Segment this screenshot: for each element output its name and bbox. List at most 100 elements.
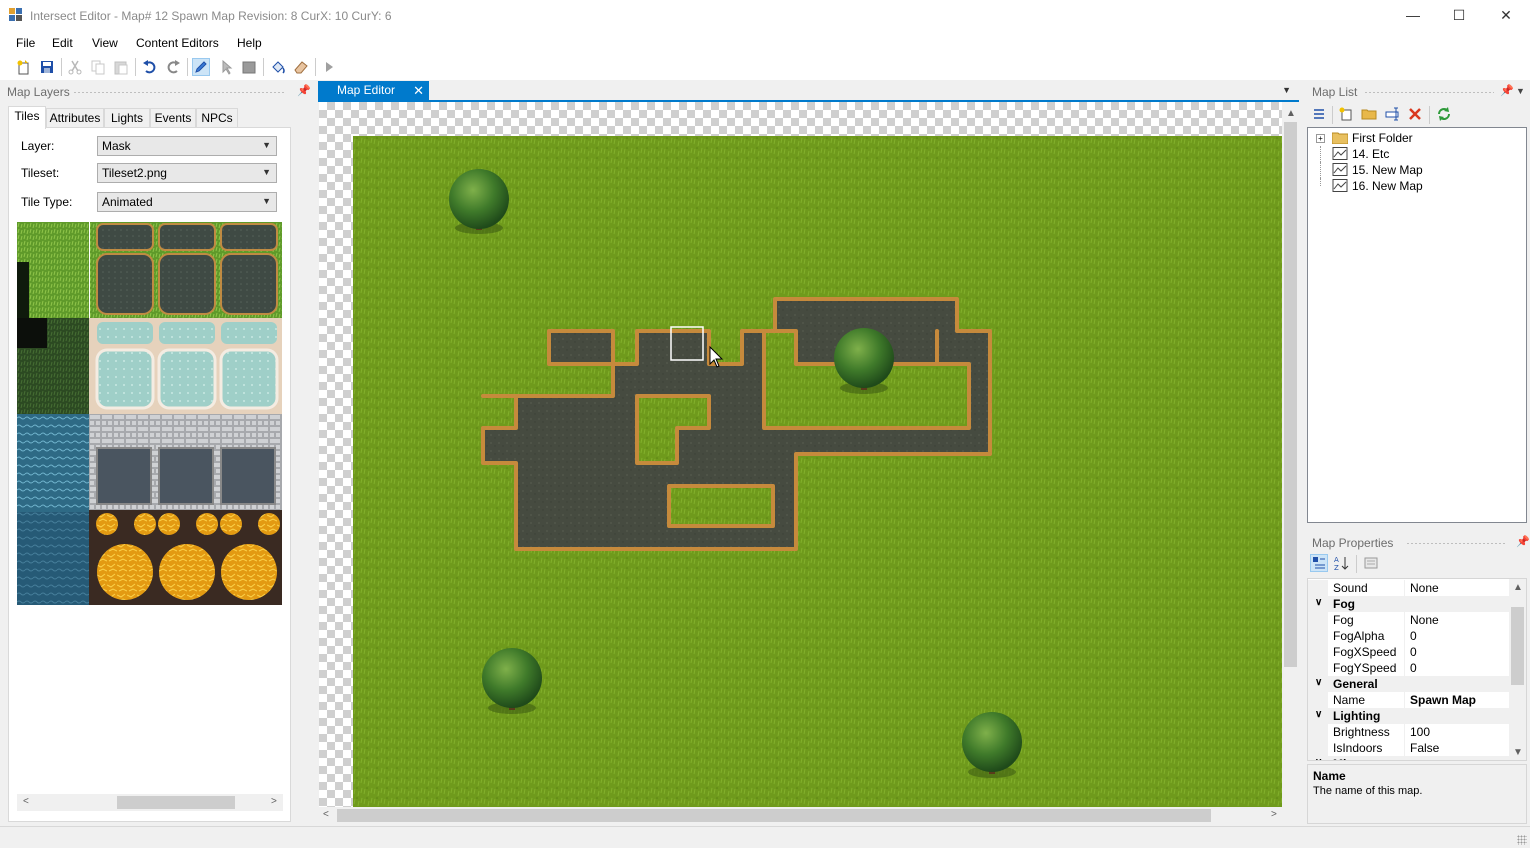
property-category[interactable]: ∨ Fog <box>1308 596 1511 612</box>
property-category[interactable]: ∨ General <box>1308 676 1511 692</box>
pin-icon[interactable]: 📌 <box>1516 535 1530 548</box>
map-horizontal-scrollbar[interactable]: < > <box>319 807 1286 824</box>
list-view-icon[interactable] <box>1310 105 1328 123</box>
property-value[interactable]: 0 <box>1410 629 1417 643</box>
tileset-preview[interactable] <box>17 222 282 605</box>
paste-icon[interactable] <box>112 58 130 76</box>
property-row[interactable]: Name Spawn Map <box>1308 692 1511 708</box>
property-row[interactable]: Fog None <box>1308 612 1511 628</box>
tileset-horizontal-scrollbar[interactable]: < > <box>17 794 283 811</box>
tileset-graphic[interactable] <box>17 222 282 605</box>
layer-label: Layer: <box>21 139 55 153</box>
tab-tiles[interactable]: Tiles <box>8 106 46 129</box>
scrollbar-thumb[interactable] <box>1511 607 1524 685</box>
eraser-icon[interactable] <box>292 58 310 76</box>
property-row[interactable]: Brightness 100 <box>1308 724 1511 740</box>
expand-icon[interactable]: + <box>1316 134 1325 143</box>
property-grid-scrollbar[interactable]: ▲ ▼ <box>1509 579 1526 760</box>
pen-icon[interactable] <box>192 58 210 76</box>
undo-icon[interactable] <box>141 58 159 76</box>
map-layers-header: Map Layers 📌 <box>7 82 311 101</box>
tab-map-editor[interactable]: Map Editor ✕ <box>318 81 429 101</box>
play-icon[interactable] <box>320 58 338 76</box>
property-value[interactable]: 100 <box>1410 725 1430 739</box>
map-view[interactable] <box>353 136 1283 807</box>
menu-view[interactable]: View <box>92 36 118 50</box>
menu-file[interactable]: File <box>16 36 35 50</box>
property-value[interactable]: None <box>1410 581 1439 595</box>
tab-lights[interactable]: Lights <box>104 108 150 128</box>
new-map-icon[interactable] <box>1337 105 1355 123</box>
menu-edit[interactable]: Edit <box>52 36 73 50</box>
layer-select[interactable]: Mask ▼ <box>97 136 277 156</box>
scrollbar-thumb[interactable] <box>1284 122 1297 667</box>
maximize-button[interactable]: ☐ <box>1436 0 1482 31</box>
collapse-icon[interactable]: ∨ <box>1315 597 1322 608</box>
property-value[interactable]: 0 <box>1410 645 1417 659</box>
scrollbar-thumb[interactable] <box>337 809 1211 822</box>
property-name: FogXSpeed <box>1333 645 1397 659</box>
scroll-left-icon[interactable]: < <box>323 809 329 820</box>
menu-help[interactable]: Help <box>237 36 262 50</box>
sort-alpha-icon[interactable]: AZ <box>1333 554 1351 572</box>
property-name: FogYSpeed <box>1333 661 1397 675</box>
tab-list-dropdown-icon[interactable]: ▼ <box>1282 85 1291 95</box>
tile-type-select[interactable]: Animated ▼ <box>97 192 277 212</box>
scroll-up-icon[interactable]: ▲ <box>1513 582 1523 593</box>
property-category[interactable]: ∨ Lighting <box>1308 708 1511 724</box>
new-folder-icon[interactable] <box>1360 105 1378 123</box>
property-row[interactable]: IsIndoors False <box>1308 740 1511 756</box>
fill-icon[interactable] <box>269 58 287 76</box>
new-map-icon[interactable] <box>15 58 33 76</box>
map-canvas[interactable] <box>319 102 1286 807</box>
property-row[interactable]: FogXSpeed 0 <box>1308 644 1511 660</box>
menu-content-editors[interactable]: Content Editors <box>136 36 219 50</box>
property-row[interactable]: FogYSpeed 0 <box>1308 660 1511 676</box>
help-description: The name of this map. <box>1313 785 1423 797</box>
scroll-right-icon[interactable]: > <box>1271 809 1277 820</box>
redo-icon[interactable] <box>164 58 182 76</box>
map-list-title: Map List <box>1312 85 1358 99</box>
close-tab-icon[interactable]: ✕ <box>413 81 424 100</box>
property-value[interactable]: None <box>1410 613 1439 627</box>
cut-icon[interactable] <box>66 58 84 76</box>
property-pages-icon[interactable] <box>1362 554 1380 572</box>
selection-icon[interactable] <box>217 58 235 76</box>
map-editor-panel: Map Editor ✕ ▼ ▲ < > <box>318 80 1299 825</box>
rectangle-icon[interactable] <box>240 58 258 76</box>
property-category[interactable]: ∨ Misc <box>1308 756 1511 760</box>
scroll-right-icon[interactable]: > <box>271 796 277 807</box>
tab-npcs[interactable]: NPCs <box>196 108 238 128</box>
categorized-icon[interactable] <box>1310 554 1328 572</box>
scroll-up-icon[interactable]: ▲ <box>1286 108 1296 119</box>
close-button[interactable]: ✕ <box>1483 0 1529 31</box>
collapse-icon[interactable]: ∨ <box>1315 677 1322 688</box>
tileset-select[interactable]: Tileset2.png ▼ <box>97 163 277 183</box>
refresh-icon[interactable] <box>1435 105 1453 123</box>
property-row[interactable]: FogAlpha 0 <box>1308 628 1511 644</box>
delete-icon[interactable] <box>1406 105 1424 123</box>
tab-events[interactable]: Events <box>150 108 196 128</box>
tab-attributes[interactable]: Attributes <box>46 108 104 128</box>
pin-icon[interactable]: 📌 <box>297 84 311 97</box>
scrollbar-thumb[interactable] <box>117 796 235 809</box>
map-layers-panel: Map Layers 📌 Tiles Attributes Lights Eve… <box>2 82 311 822</box>
collapse-icon[interactable]: ∨ <box>1315 709 1322 720</box>
panel-menu-icon[interactable]: ▼ <box>1516 86 1525 96</box>
copy-icon[interactable] <box>89 58 107 76</box>
map-vertical-scrollbar[interactable]: ▲ <box>1282 102 1299 807</box>
save-icon[interactable] <box>38 58 56 76</box>
property-value[interactable]: Spawn Map <box>1410 693 1476 707</box>
minimize-button[interactable]: — <box>1390 0 1436 31</box>
resize-grip-icon[interactable] <box>1517 835 1527 845</box>
map-editor-tab-label: Map Editor <box>337 83 396 97</box>
property-value[interactable]: 0 <box>1410 661 1417 675</box>
collapse-icon[interactable]: ∨ <box>1315 757 1322 760</box>
scroll-left-icon[interactable]: < <box>23 796 29 807</box>
property-row[interactable]: Sound None <box>1308 580 1511 596</box>
map-icon <box>1332 147 1348 160</box>
property-value[interactable]: False <box>1410 741 1439 755</box>
pin-icon[interactable]: 📌 <box>1500 84 1514 97</box>
rename-icon[interactable] <box>1383 105 1401 123</box>
scroll-down-icon[interactable]: ▼ <box>1513 747 1523 758</box>
